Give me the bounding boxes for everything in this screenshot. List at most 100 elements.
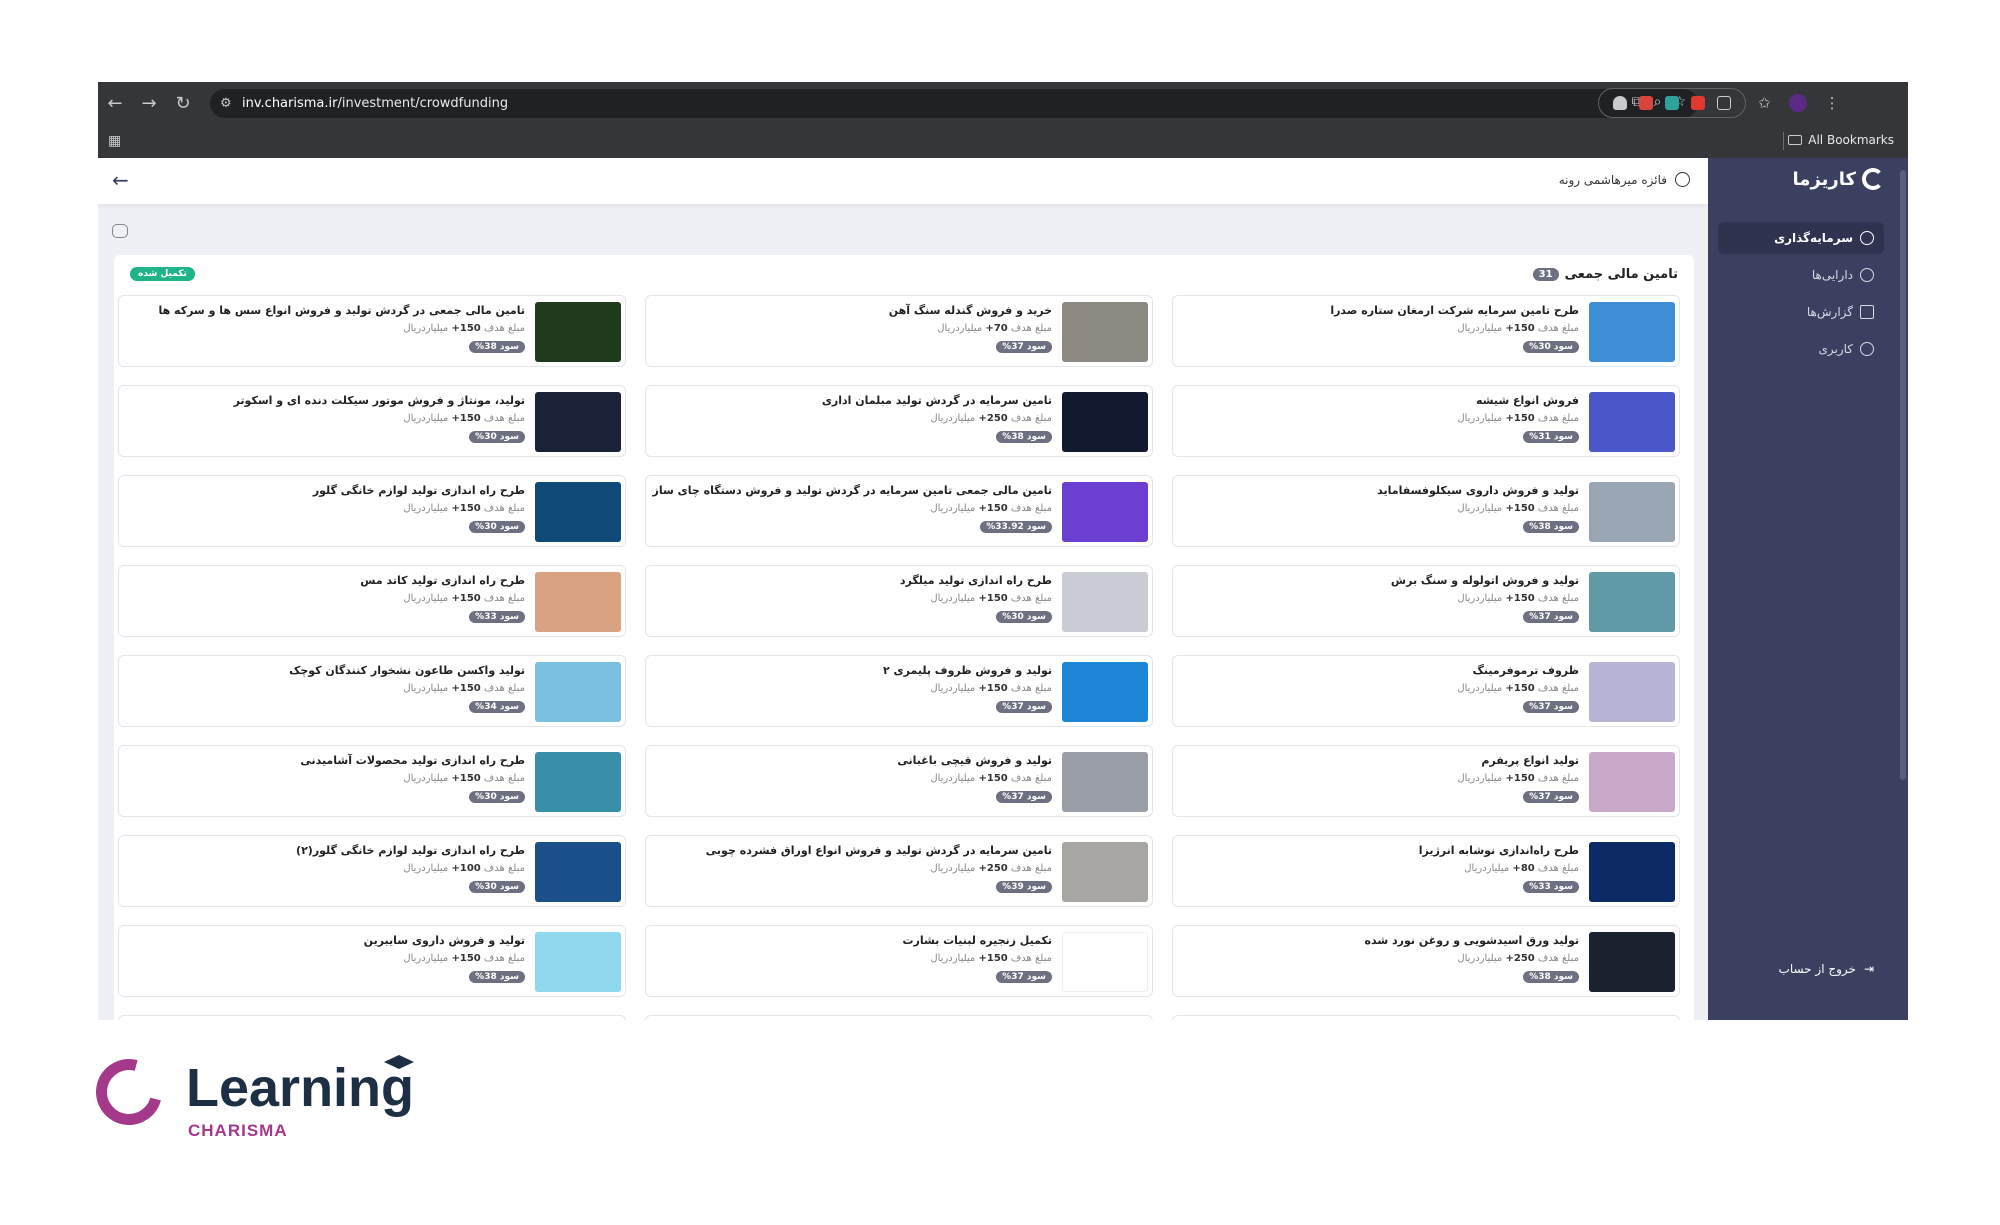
project-card[interactable]: طرح راه اندازی تولید محصولات آشامیدنی مبل… bbox=[118, 745, 626, 817]
project-card[interactable]: طرح تامین سرمایه شرکت ارمغان ستاره صدرا م… bbox=[1172, 295, 1680, 367]
brand-logo[interactable]: کاریزما bbox=[1793, 168, 1884, 190]
logo-word: Learning bbox=[186, 1058, 415, 1118]
url-host: inv.charisma.ir bbox=[242, 96, 338, 111]
menu-icon[interactable]: ⋮ bbox=[1825, 94, 1840, 112]
project-card[interactable]: فروش انواع شیشه مبلغ هدف 150+ میلیارد‌ریا… bbox=[1172, 385, 1680, 457]
profit-value: 30% bbox=[1529, 342, 1551, 352]
target-amount: 250+ bbox=[1505, 953, 1535, 964]
reload-icon[interactable]: ↻ bbox=[166, 86, 200, 120]
target-prefix: مبلغ هدف bbox=[483, 953, 525, 964]
profit-badge: سود 37% bbox=[1523, 701, 1579, 713]
project-card[interactable]: طرح راه اندازی تولید لوازم خانگی گلور مبل… bbox=[118, 475, 626, 547]
profit-value: 33.92% bbox=[986, 522, 1024, 532]
profit-badge: سود 37% bbox=[1523, 611, 1579, 623]
profit-value: 33% bbox=[1529, 882, 1551, 892]
apps-grid-icon[interactable]: ▦ bbox=[108, 133, 121, 149]
profit-badge: سود 33% bbox=[469, 611, 525, 623]
project-card[interactable]: تولید واکسن طاعون نشخوار کنندگان کوچک مبل… bbox=[118, 655, 626, 727]
record-extension-icon[interactable] bbox=[1691, 96, 1705, 110]
project-title: طرح راه اندازی تولید میلگرد bbox=[899, 574, 1052, 587]
target-amount: 80+ bbox=[1512, 863, 1535, 874]
site-settings-icon[interactable]: ⚙ bbox=[220, 96, 242, 111]
arrow-back-icon[interactable]: ← bbox=[112, 168, 129, 192]
project-card[interactable]: تولید، مونتاژ و فروش موتور سیکلت دنده ای… bbox=[118, 385, 626, 457]
project-card[interactable]: تولید و فروش داروی سایبرین مبلغ هدف 150+ … bbox=[118, 925, 626, 997]
sidebar-item-assets[interactable]: دارایی‌ها bbox=[1718, 259, 1884, 291]
project-card[interactable]: تولید و فروش اتولوله و سنگ برش مبلغ هدف 1… bbox=[1172, 565, 1680, 637]
project-card[interactable]: تولید و فروش ظروف پلیمری ۲ مبلغ هدف 150+ … bbox=[645, 655, 1153, 727]
project-card[interactable]: تولید ورق اسیدشویی و روغن نورد شده مبلغ ه… bbox=[1172, 925, 1680, 997]
target-amount: 150+ bbox=[978, 593, 1008, 604]
profit-label: سود bbox=[499, 342, 519, 352]
target-prefix: مبلغ هدف bbox=[1010, 593, 1052, 604]
reading-list-icon[interactable]: ✩ bbox=[1758, 94, 1771, 112]
target-prefix: مبلغ هدف bbox=[1537, 323, 1579, 334]
project-target: مبلغ هدف 150+ میلیارد‌ریال bbox=[1330, 323, 1579, 334]
forward-icon[interactable]: → bbox=[132, 86, 166, 120]
target-unit: میلیارد‌ریال bbox=[1457, 593, 1503, 604]
project-card[interactable]: تامین مالی جمعی تامین سرمایه در گردش تول… bbox=[645, 475, 1153, 547]
project-card[interactable]: تامین سرمایه در گردش تولید و فروش انواع … bbox=[645, 835, 1153, 907]
profile-tools: ✩ ⋮ bbox=[1758, 88, 1840, 118]
shield-extension-icon[interactable] bbox=[1613, 96, 1627, 110]
project-card[interactable]: ظروف ترموفرمینگ مبلغ هدف 150+ میلیارد‌ریا… bbox=[1172, 655, 1680, 727]
target-unit: میلیارد‌ریال bbox=[930, 413, 976, 424]
target-amount: 150+ bbox=[978, 503, 1008, 514]
project-card[interactable]: طرح راه‌اندازی نوشابه انرژیزا مبلغ هدف 80… bbox=[1172, 835, 1680, 907]
all-bookmarks-button[interactable]: All Bookmarks bbox=[1788, 133, 1894, 147]
profile-avatar[interactable] bbox=[1788, 94, 1807, 112]
project-card[interactable]: تامین سرمایه در گردش تولید مبلمان اداری م… bbox=[645, 385, 1153, 457]
target-unit: میلیارد‌ریال bbox=[1457, 323, 1503, 334]
red-extension-icon[interactable] bbox=[1639, 96, 1653, 110]
chart-icon bbox=[1860, 231, 1874, 245]
project-thumbnail bbox=[535, 302, 621, 362]
target-amount: 150+ bbox=[1505, 413, 1535, 424]
sidebar-item-investment[interactable]: سرمایه‌گذاری bbox=[1718, 222, 1884, 254]
project-card[interactable]: طرح راه اندازی تولید کاتد مس مبلغ هدف 150… bbox=[118, 565, 626, 637]
target-prefix: مبلغ هدف bbox=[1537, 593, 1579, 604]
project-card[interactable]: تولید و فروش قیچی باغبانی مبلغ هدف 150+ م… bbox=[645, 745, 1153, 817]
project-card-partial[interactable] bbox=[645, 1015, 1153, 1020]
project-card-partial[interactable] bbox=[118, 1015, 626, 1020]
project-card[interactable]: خرید و فروش گندله سنگ آهن مبلغ هدف 70+ می… bbox=[645, 295, 1153, 367]
target-prefix: مبلغ هدف bbox=[1537, 953, 1579, 964]
project-card[interactable]: تولید انواع پریفرم مبلغ هدف 150+ میلیارد‌… bbox=[1172, 745, 1680, 817]
sidebar-nav: سرمایه‌گذاری دارایی‌ها گزارش‌ها کاربری bbox=[1718, 222, 1884, 370]
target-amount: 150+ bbox=[1505, 593, 1535, 604]
profit-value: 30% bbox=[475, 792, 497, 802]
project-card-partial[interactable] bbox=[1172, 1015, 1680, 1020]
sidebar-item-reports[interactable]: گزارش‌ها bbox=[1718, 296, 1884, 328]
chat-icon[interactable] bbox=[112, 224, 128, 238]
puzzle-icon[interactable] bbox=[1717, 96, 1731, 110]
scrollbar-thumb[interactable] bbox=[1900, 170, 1906, 780]
target-amount: 250+ bbox=[978, 863, 1008, 874]
scrollbar[interactable] bbox=[1898, 158, 1908, 1020]
browser-chrome: ← → ↻ ⚙ inv.charisma.ir/investment/crowd… bbox=[98, 82, 1908, 158]
profit-value: 33% bbox=[475, 612, 497, 622]
project-target: مبلغ هدف 150+ میلیارد‌ریال bbox=[900, 593, 1052, 604]
pen-extension-icon[interactable] bbox=[1665, 96, 1679, 110]
sidebar-item-account[interactable]: کاربری bbox=[1718, 333, 1884, 365]
project-target: مبلغ هدف 150+ میلیارد‌ریال bbox=[289, 683, 525, 694]
target-unit: میلیارد‌ریال bbox=[930, 503, 976, 514]
target-prefix: مبلغ هدف bbox=[483, 413, 525, 424]
address-bar[interactable]: ⚙ inv.charisma.ir/investment/crowdfundin… bbox=[210, 89, 1698, 118]
project-card[interactable]: تولید و فروش داروی سیکلوفسفاماید مبلغ هدف… bbox=[1172, 475, 1680, 547]
completed-filter-badge[interactable]: تکمیل شده bbox=[130, 267, 195, 281]
top-bar: ← فائزه میرهاشمی رونه bbox=[98, 158, 1708, 204]
user-menu[interactable]: فائزه میرهاشمی رونه bbox=[1559, 172, 1690, 187]
bookmarks-bar: ▦ All Bookmarks bbox=[98, 124, 1908, 158]
target-amount: 150+ bbox=[451, 683, 481, 694]
project-info: طرح راه اندازی تولید محصولات آشامیدنی مبل… bbox=[300, 754, 525, 803]
target-prefix: مبلغ هدف bbox=[1010, 503, 1052, 514]
project-info: تولید انواع پریفرم مبلغ هدف 150+ میلیارد‌… bbox=[1457, 754, 1579, 803]
profit-badge: سود 30% bbox=[469, 521, 525, 533]
project-thumbnail bbox=[1589, 302, 1675, 362]
project-card[interactable]: طرح راه اندازی تولید میلگرد مبلغ هدف 150+… bbox=[645, 565, 1153, 637]
project-card[interactable]: تکمیل زنجیره لبنیات بشارت مبلغ هدف 150+ م… bbox=[645, 925, 1153, 997]
project-card[interactable]: طرح راه اندازی تولید لوازم خانگی گلور(۲)… bbox=[118, 835, 626, 907]
back-icon[interactable]: ← bbox=[98, 86, 132, 120]
project-title: تامین سرمایه در گردش تولید و فروش انواع … bbox=[705, 844, 1052, 857]
logout-button[interactable]: ⇥ خروج از حساب bbox=[1779, 962, 1874, 976]
project-card[interactable]: تامین مالی جمعی در گردش تولید و فروش انو… bbox=[118, 295, 626, 367]
